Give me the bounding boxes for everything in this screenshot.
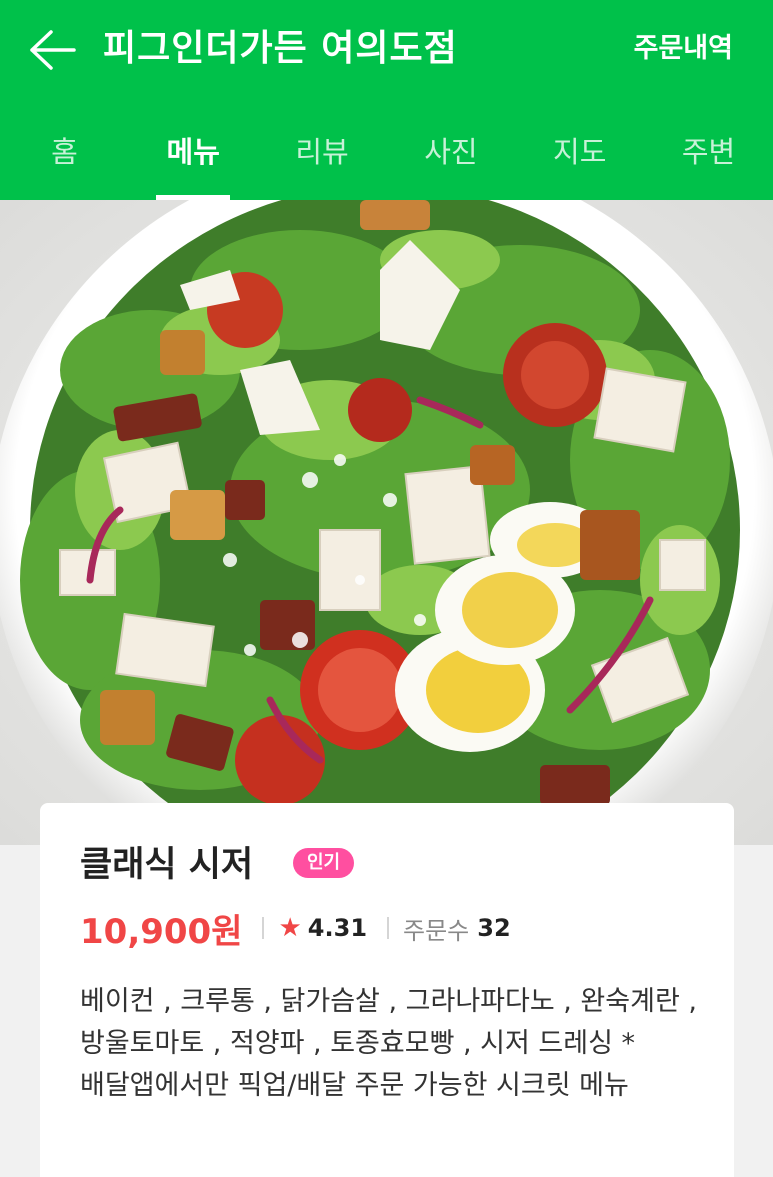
arrow-left-icon xyxy=(30,30,76,70)
tab-reviews[interactable]: 리뷰 xyxy=(258,100,387,200)
order-history-link[interactable]: 주문내역 xyxy=(634,28,733,70)
divider xyxy=(262,917,265,939)
menu-item-description: 베이컨 , 크루통 , 닭가슴살 , 그라나파다노 , 완숙계란 , 방울토마토… xyxy=(80,986,697,1101)
divider xyxy=(387,917,390,939)
tab-photos[interactable]: 사진 xyxy=(386,100,515,200)
star-icon: ★ xyxy=(278,913,302,943)
tab-menu[interactable]: 메뉴 xyxy=(129,100,258,200)
menu-item-price: 10,900원 xyxy=(80,911,243,952)
back-button[interactable] xyxy=(22,24,82,76)
tab-map[interactable]: 지도 xyxy=(515,100,644,200)
popular-badge: 인기 xyxy=(293,848,355,878)
menu-item-name: 클래식 시저 xyxy=(80,845,254,885)
app-header: 피그인더가든 여의도점 주문내역 xyxy=(0,0,773,100)
tab-bar: 홈 메뉴 리뷰 사진 지도 주변 xyxy=(0,100,773,200)
tab-nearby[interactable]: 주변 xyxy=(644,100,773,200)
rating-value: 4.31 xyxy=(307,914,368,942)
price-rating-row: 10,900원 ★ 4.31 주문수 32 xyxy=(80,905,511,952)
menu-item-card: 클래식 시저 인기 10,900원 ★ 4.31 주문수 32 베이컨 , 크루… xyxy=(40,803,734,1177)
order-count-label: 주문수 xyxy=(403,916,470,945)
store-title: 피그인더가든 여의도점 xyxy=(103,28,458,69)
tab-home[interactable]: 홈 xyxy=(0,100,129,200)
menu-item-photo xyxy=(0,200,773,845)
order-count-value: 32 xyxy=(477,914,511,942)
